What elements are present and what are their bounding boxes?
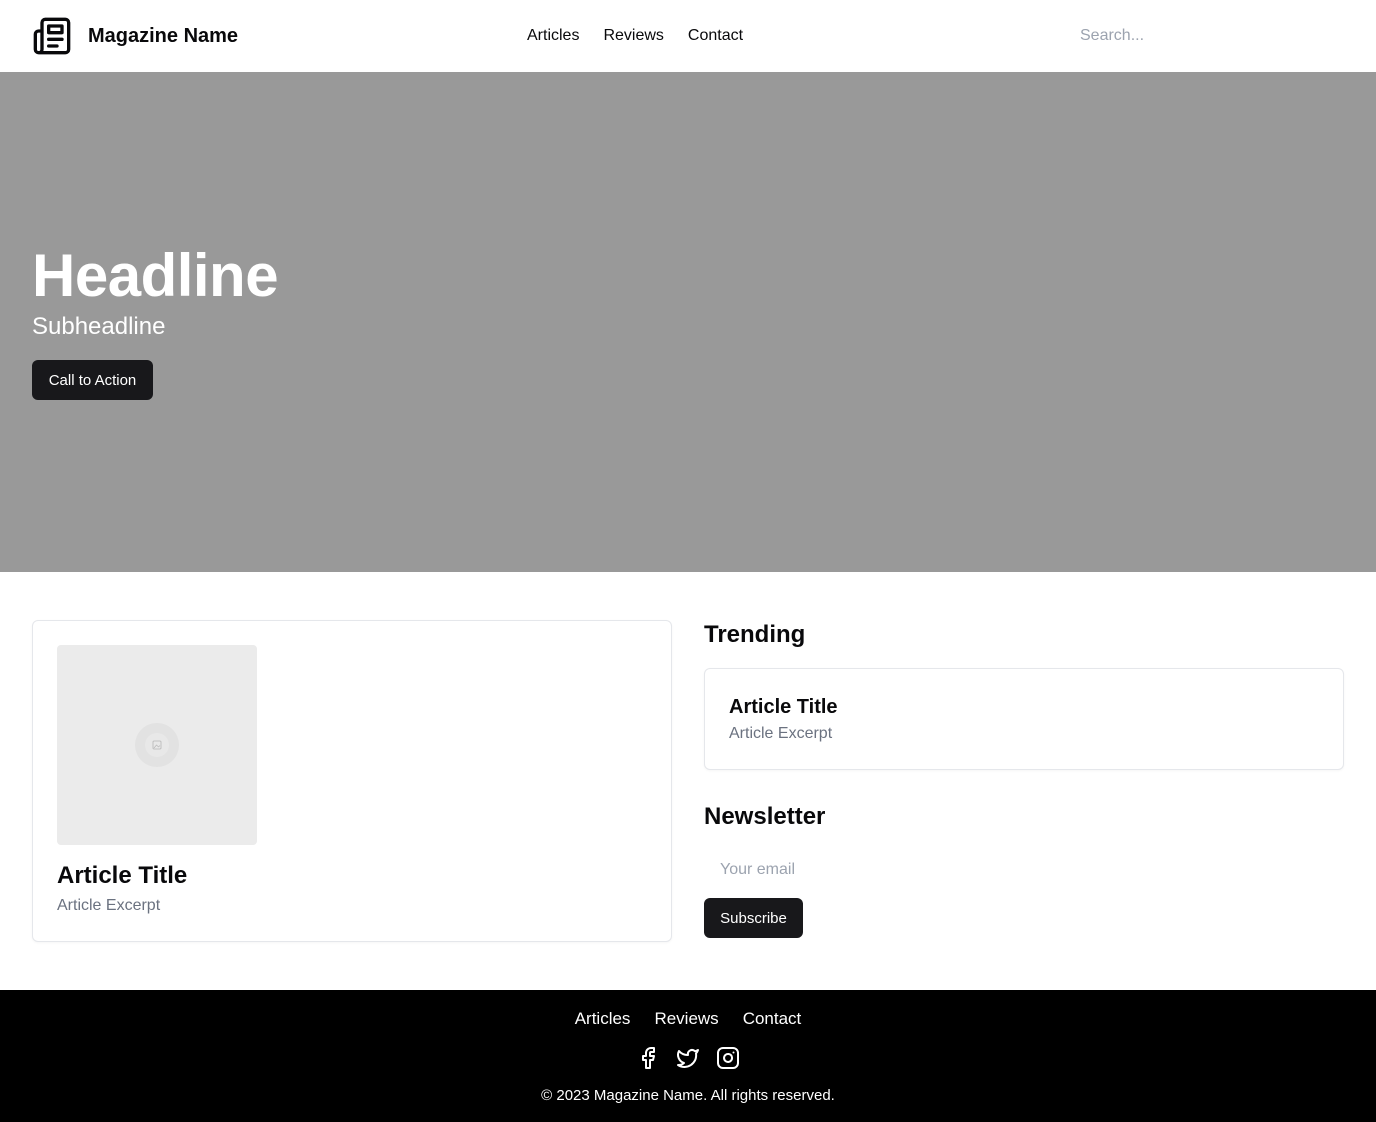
subscribe-button[interactable]: Subscribe [704, 898, 803, 938]
social-links [0, 1046, 1376, 1070]
nav-link-contact[interactable]: Contact [688, 26, 743, 48]
copyright-text: © 2023 Magazine Name. All rights reserve… [541, 1087, 835, 1104]
nav-link-articles[interactable]: Articles [527, 26, 579, 48]
nav-link-reviews[interactable]: Reviews [603, 26, 663, 48]
trending-article-title[interactable]: Article Title [729, 695, 838, 719]
call-to-action-button[interactable]: Call to Action [32, 360, 153, 400]
newsletter-heading: Newsletter [704, 803, 826, 830]
hero-subheadline: Subheadline [32, 313, 166, 340]
hero-banner: Headline Subheadline Call to Action [0, 72, 1376, 572]
footer-nav: Articles Reviews Contact [0, 1008, 1376, 1030]
footer-link-contact[interactable]: Contact [743, 1008, 802, 1030]
site-header: Magazine Name Articles Reviews Contact [0, 0, 1376, 72]
instagram-icon[interactable] [716, 1046, 740, 1070]
facebook-icon[interactable] [636, 1046, 660, 1070]
footer-link-articles[interactable]: Articles [575, 1008, 631, 1030]
header-nav: Articles Reviews Contact [527, 26, 743, 48]
search-input[interactable] [1064, 20, 1344, 52]
trending-article-card[interactable]: Article Title Article Excerpt [704, 668, 1344, 770]
site-footer: Articles Reviews Contact © 2023 Magazine… [0, 990, 1376, 1122]
newsletter-email-input[interactable] [704, 852, 1024, 888]
hero-headline: Headline [32, 242, 279, 309]
brand-name[interactable]: Magazine Name [88, 24, 238, 48]
featured-article-card[interactable]: Article Title Article Excerpt [32, 620, 672, 942]
image-placeholder-icon [135, 723, 179, 767]
article-image-placeholder [57, 645, 257, 845]
article-excerpt: Article Excerpt [57, 897, 161, 914]
article-title[interactable]: Article Title [57, 861, 187, 891]
footer-link-reviews[interactable]: Reviews [654, 1008, 718, 1030]
newspaper-logo-icon[interactable] [32, 16, 72, 56]
twitter-icon[interactable] [676, 1046, 700, 1070]
trending-heading: Trending [704, 621, 806, 648]
trending-article-excerpt: Article Excerpt [729, 725, 833, 742]
